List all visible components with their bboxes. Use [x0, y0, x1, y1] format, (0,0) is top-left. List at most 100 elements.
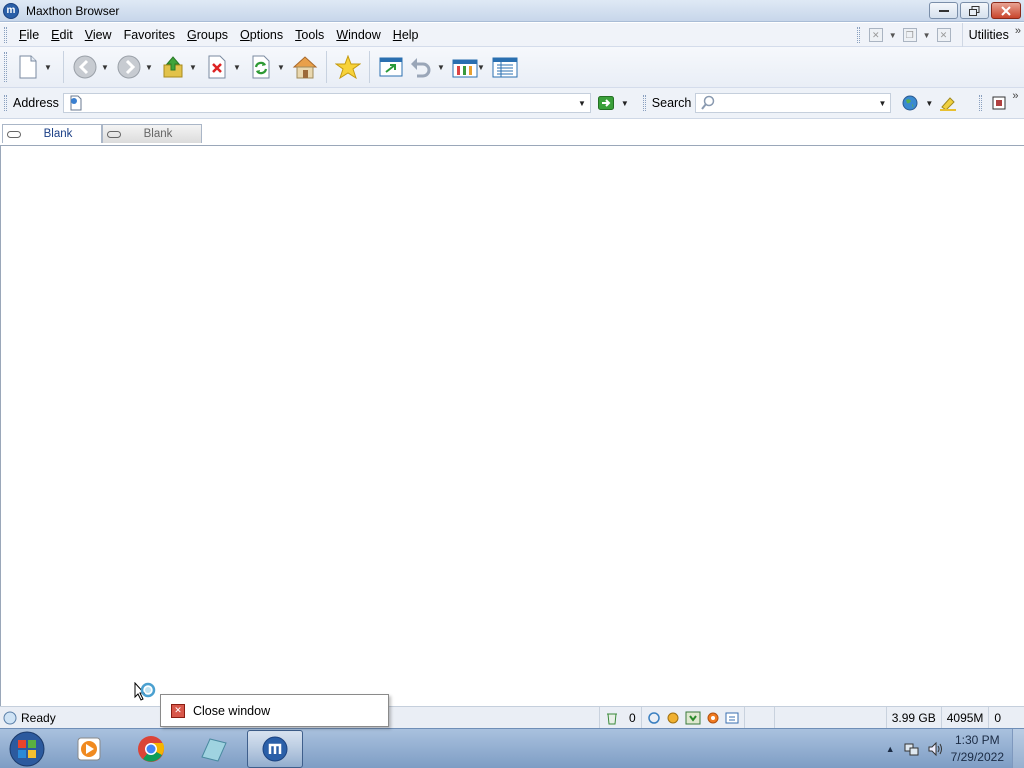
page-content-area[interactable] — [0, 146, 1024, 706]
forward-dropdown-icon[interactable]: ▼ — [144, 63, 154, 72]
close-button[interactable] — [991, 2, 1021, 19]
refresh-button[interactable] — [246, 52, 276, 82]
toolbar-separator — [326, 51, 327, 83]
menu-help[interactable]: Help — [387, 28, 425, 42]
menu-view[interactable]: View — [79, 28, 118, 42]
tab-blank-active[interactable]: Blank — [2, 124, 102, 143]
network-status-icon[interactable] — [647, 711, 661, 725]
address-dropdown-icon[interactable]: ▼ — [574, 99, 590, 108]
toolbar-grip[interactable] — [4, 52, 7, 82]
start-button[interactable] — [7, 729, 47, 768]
menu-favorites[interactable]: Favorites — [118, 28, 181, 42]
address-input[interactable] — [87, 95, 574, 111]
new-page-button[interactable] — [13, 52, 43, 82]
menu-options[interactable]: Options — [234, 28, 289, 42]
address-grip[interactable] — [4, 95, 7, 111]
menu-tools[interactable]: Tools — [289, 28, 330, 42]
taskbar-media-player[interactable] — [61, 730, 117, 768]
taskbar-app[interactable] — [185, 730, 241, 768]
switch-window-button[interactable] — [376, 52, 406, 82]
status-empty-segment — [773, 707, 886, 729]
taskbar-chrome[interactable] — [123, 730, 179, 768]
show-hidden-icons[interactable]: ▲ — [886, 744, 895, 754]
address-label: Address — [13, 96, 59, 110]
tab-close-dropdown-icon[interactable]: ▼ — [889, 31, 897, 40]
go-dropdown-icon[interactable]: ▼ — [617, 99, 633, 108]
tab-restore-dropdown-icon[interactable]: ▼ — [923, 31, 931, 40]
screen-capture-button[interactable] — [988, 92, 1010, 114]
search-input[interactable] — [719, 95, 875, 111]
highlight-button[interactable] — [937, 92, 959, 114]
windows-start-icon — [9, 731, 45, 766]
download-icon[interactable] — [685, 711, 701, 725]
clock[interactable]: 1:30 PM 7/29/2022 — [951, 732, 1004, 766]
popup-label: Close window — [193, 703, 271, 718]
media-player-icon — [77, 737, 101, 760]
stop-icon — [208, 55, 226, 79]
tab-blank-inactive[interactable]: Blank — [102, 124, 202, 143]
proxy-icon[interactable] — [666, 711, 680, 725]
back-dropdown-icon[interactable]: ▼ — [100, 63, 110, 72]
capture-icon — [992, 96, 1006, 110]
menu-window[interactable]: Window — [330, 28, 386, 42]
go-button[interactable] — [595, 92, 617, 114]
extra-grip[interactable] — [979, 95, 983, 111]
show-desktop-button[interactable] — [1012, 729, 1024, 768]
restore-icon — [969, 5, 980, 16]
stop-button[interactable] — [202, 52, 232, 82]
clock-date: 7/29/2022 — [950, 750, 1004, 764]
up-dropdown-icon[interactable]: ▼ — [188, 63, 198, 72]
new-page-dropdown-icon[interactable]: ▼ — [43, 63, 53, 72]
popup-blocker-segment[interactable]: 0 — [599, 707, 641, 729]
notes-icon[interactable] — [725, 711, 739, 725]
sidebar-toggle-button[interactable] — [490, 52, 520, 82]
utilities-menu[interactable]: Utilities — [961, 23, 1015, 47]
volume-icon[interactable] — [927, 741, 943, 757]
tab-label: Blank — [143, 128, 173, 140]
undo-dropdown-icon[interactable]: ▼ — [436, 63, 446, 72]
menu-overflow-chevron-icon[interactable]: » — [1015, 25, 1021, 37]
menu-edit[interactable]: Edit — [45, 28, 79, 42]
forward-button[interactable] — [114, 52, 144, 82]
search-engine-button[interactable] — [899, 92, 921, 114]
menu-file[interactable]: File — [13, 28, 45, 42]
search-field[interactable]: ▼ — [695, 93, 892, 113]
undo-icon — [411, 58, 431, 78]
maxthon-logo-icon[interactable]: m — [3, 2, 19, 19]
restore-button[interactable] — [960, 2, 989, 19]
status-last-value: 0 — [988, 707, 1006, 729]
minimize-button[interactable] — [929, 2, 958, 19]
tab-close-all-icon[interactable]: ✕ — [936, 28, 951, 42]
back-button[interactable] — [70, 52, 100, 82]
status-text: Ready — [21, 710, 56, 725]
close-icon — [1001, 5, 1011, 16]
tab-close-icon[interactable]: ✕ — [868, 28, 883, 42]
address-overflow-chevron-icon[interactable]: » — [1012, 90, 1018, 102]
groups-dropdown-icon[interactable]: ▼ — [476, 63, 486, 72]
stop-dropdown-icon[interactable]: ▼ — [232, 63, 242, 72]
close-window-icon: ✕ — [171, 703, 185, 718]
tab-restore-icon[interactable]: ❐ — [902, 28, 917, 42]
up-folder-icon — [163, 56, 183, 78]
main-toolbar: ▼ ▼ ▼ ▼ ▼ ▼ ▼ ▼ — [0, 47, 1024, 88]
menu-groups[interactable]: Groups — [181, 28, 234, 42]
network-icon[interactable] — [903, 741, 919, 757]
status-empty-segment — [743, 707, 774, 729]
address-field[interactable]: ▼ — [62, 93, 591, 113]
refresh-dropdown-icon[interactable]: ▼ — [276, 63, 286, 72]
home-icon — [292, 56, 318, 79]
menu-right-grip[interactable] — [856, 27, 860, 43]
favorites-button[interactable] — [333, 52, 363, 82]
close-window-popup[interactable]: ✕ Close window — [160, 694, 389, 727]
search-label: Search — [651, 96, 692, 110]
taskbar-maxthon[interactable] — [247, 729, 303, 768]
home-button[interactable] — [290, 52, 320, 82]
up-button[interactable] — [158, 52, 188, 82]
search-grip[interactable] — [642, 95, 646, 111]
menu-grip[interactable] — [4, 26, 7, 43]
search-dropdown-icon[interactable]: ▼ — [874, 99, 890, 108]
search-engine-dropdown-icon[interactable]: ▼ — [921, 99, 937, 108]
tab-page-icon — [7, 130, 21, 138]
gear-icon[interactable] — [706, 711, 720, 725]
undo-close-button[interactable] — [406, 52, 436, 82]
